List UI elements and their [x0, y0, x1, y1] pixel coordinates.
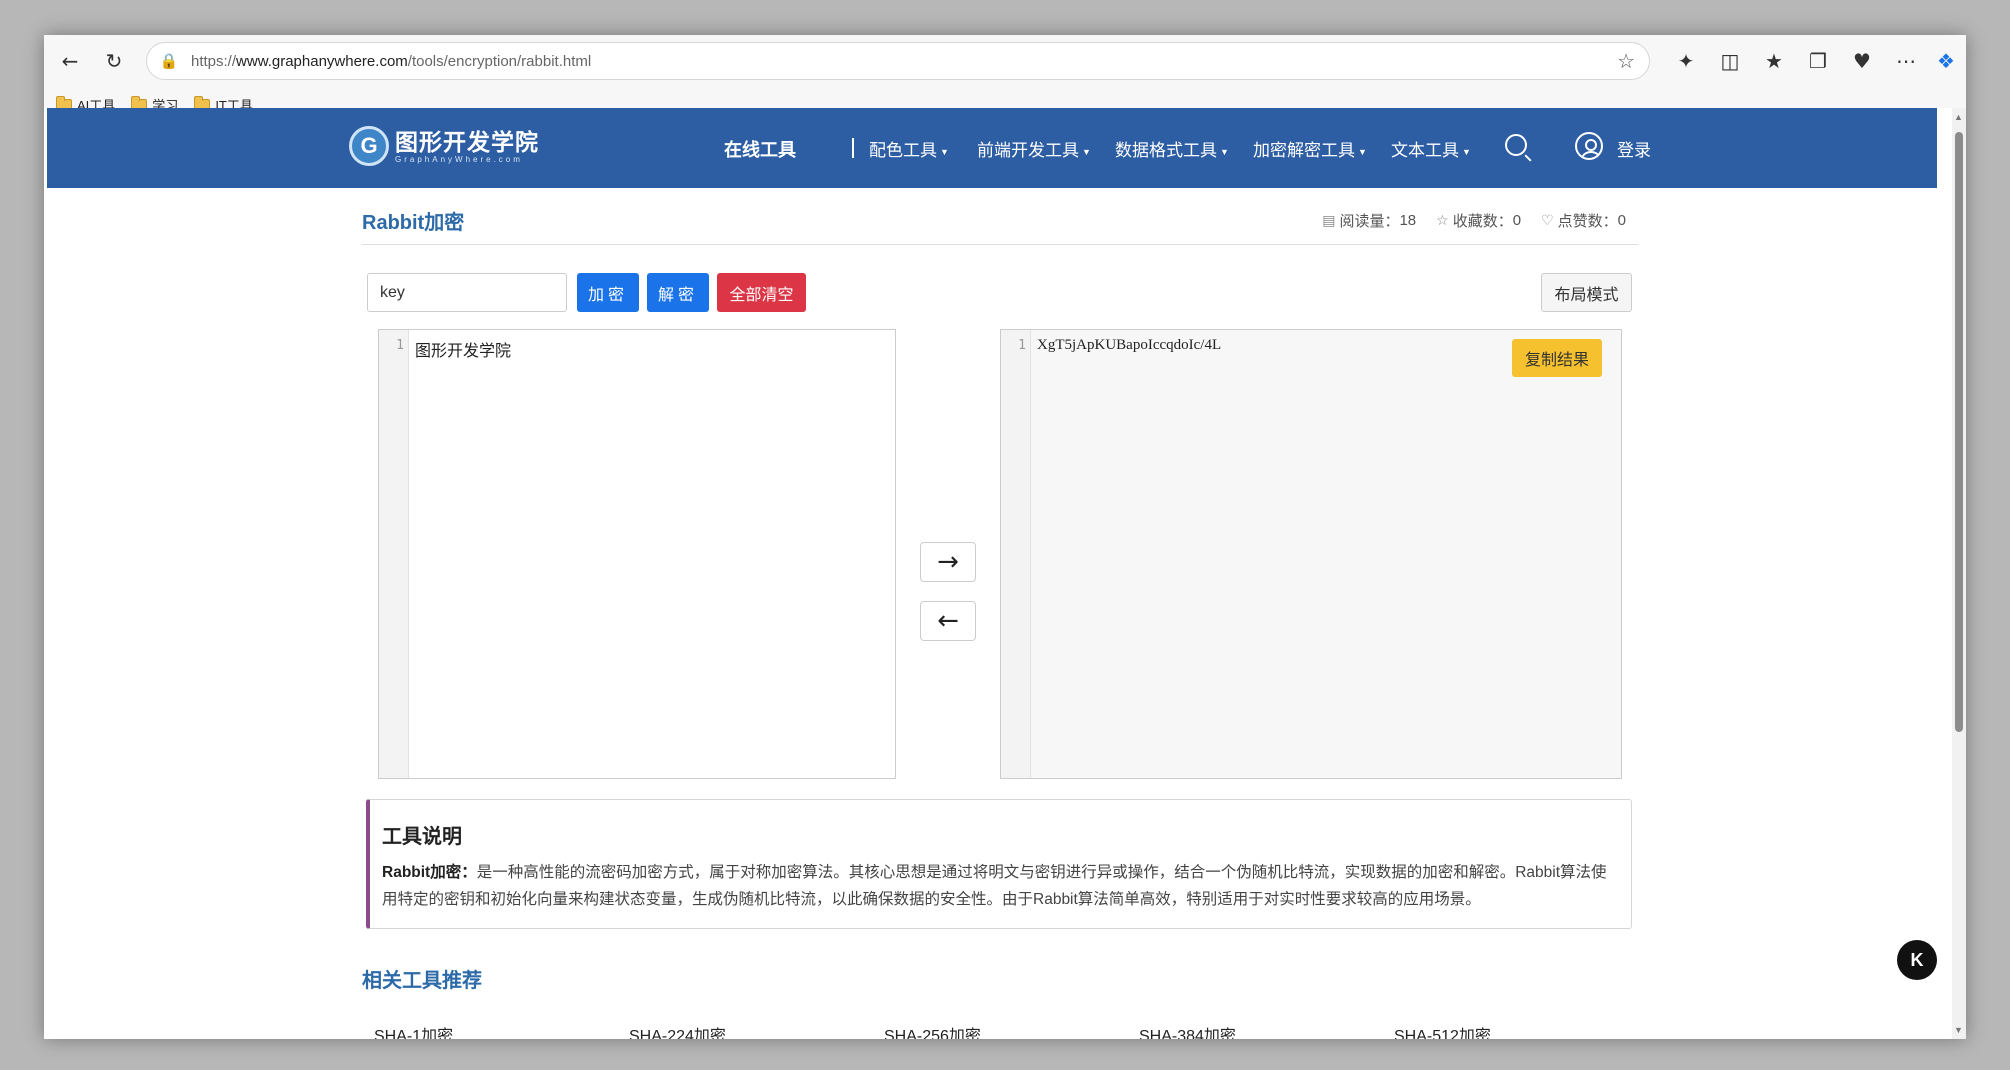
site-navbar: G 图形开发学院 GraphAnyWhere.com 在线工具 配色工具 ▼ 前端…: [47, 108, 1937, 188]
nav-text-tools[interactable]: 文本工具 ▼: [1391, 136, 1471, 161]
split-screen-icon[interactable]: ◫: [1714, 45, 1746, 77]
copilot-icon[interactable]: ❖: [1930, 45, 1962, 77]
floating-assistant-button[interactable]: K: [1897, 940, 1937, 980]
favorite-count[interactable]: ☆ 收藏数： 0: [1436, 210, 1521, 231]
star-icon: ☆: [1436, 212, 1449, 229]
copy-result-button[interactable]: 复制结果: [1512, 339, 1602, 377]
book-icon: ▤: [1322, 212, 1336, 229]
nav-divider: [852, 138, 854, 158]
related-sha1[interactable]: SHA-1加密: [374, 1022, 453, 1039]
search-icon[interactable]: [1505, 134, 1527, 156]
key-input[interactable]: key: [367, 273, 567, 312]
arrow-right-icon: →: [937, 547, 959, 577]
read-count: ▤ 阅读量： 18: [1322, 212, 1417, 230]
lock-icon: 🔒: [159, 52, 179, 70]
back-icon[interactable]: ←: [54, 45, 86, 77]
line-gutter: 1: [1001, 330, 1031, 778]
output-text[interactable]: XgT5jApKUBapoIccqdoIc/4L: [1037, 337, 1221, 354]
site-logo[interactable]: G 图形开发学院 GraphAnyWhere.com: [349, 126, 539, 166]
input-editor[interactable]: 1 图形开发学院: [378, 329, 896, 779]
chevron-down-icon: ▼: [1358, 146, 1367, 157]
related-sha256[interactable]: SHA-256加密: [884, 1022, 981, 1039]
chevron-down-icon: ▼: [940, 146, 949, 157]
url-text: https://www.graphanywhere.com/tools/encr…: [191, 52, 592, 70]
decrypt-button[interactable]: 解密: [647, 273, 709, 312]
arrow-left-icon: ←: [937, 606, 959, 636]
description-title: 工具说明: [382, 826, 462, 848]
related-sha384[interactable]: SHA-384加密: [1139, 1022, 1236, 1039]
arrow-left-button[interactable]: ←: [920, 601, 976, 641]
scroll-up-icon[interactable]: ▲: [1954, 112, 1963, 122]
nav-online-tools[interactable]: 在线工具: [724, 136, 796, 162]
chevron-down-icon: ▼: [1220, 146, 1229, 157]
scroll-thumb[interactable]: [1955, 132, 1963, 732]
nav-frontend-tools[interactable]: 前端开发工具 ▼: [977, 136, 1091, 161]
related-tools-title: 相关工具推荐: [362, 970, 482, 992]
favorite-star-icon[interactable]: ☆: [1617, 49, 1635, 73]
user-icon[interactable]: [1575, 132, 1603, 160]
reload-icon[interactable]: ↻: [98, 45, 130, 77]
nav-data-format-tools[interactable]: 数据格式工具 ▼: [1115, 136, 1229, 161]
browser-window: ← ↻ 🔒 https://www.graphanywhere.com/tool…: [44, 35, 1966, 1039]
related-sha512[interactable]: SHA-512加密: [1394, 1022, 1491, 1039]
browser-toolbar: ← ↻ 🔒 https://www.graphanywhere.com/tool…: [44, 35, 1966, 87]
input-text[interactable]: 图形开发学院: [415, 337, 511, 361]
more-icon[interactable]: ⋯: [1890, 45, 1922, 77]
title-divider: [362, 244, 1638, 245]
chevron-down-icon: ▼: [1082, 146, 1091, 157]
login-link[interactable]: 登录: [1617, 136, 1651, 161]
address-bar[interactable]: 🔒 https://www.graphanywhere.com/tools/en…: [146, 42, 1650, 80]
page-scrollbar[interactable]: ▲ ▼: [1952, 108, 1966, 1039]
encrypt-button[interactable]: 加密: [577, 273, 639, 312]
clear-all-button[interactable]: 全部清空: [717, 273, 806, 312]
related-sha224[interactable]: SHA-224加密: [629, 1022, 726, 1039]
nav-color-tools[interactable]: 配色工具 ▼: [869, 136, 949, 161]
scroll-down-icon[interactable]: ▼: [1954, 1025, 1963, 1035]
heart-icon: ♡: [1541, 212, 1554, 229]
layout-mode-button[interactable]: 布局模式: [1541, 273, 1632, 312]
tool-description: 工具说明 Rabbit加密：是一种高性能的流密码加密方式，属于对称加密算法。其核…: [366, 799, 1632, 929]
favorites-icon[interactable]: ★: [1758, 45, 1790, 77]
description-body: Rabbit加密：是一种高性能的流密码加密方式，属于对称加密算法。其核心思想是通…: [382, 864, 1607, 908]
page-stats: ▤ 阅读量： 18 ☆ 收藏数： 0 ♡ 点赞数： 0: [1302, 210, 1626, 231]
extensions-icon[interactable]: ✦: [1670, 45, 1702, 77]
nav-crypto-tools[interactable]: 加密解密工具 ▼: [1253, 136, 1367, 161]
line-gutter: 1: [379, 330, 409, 778]
collections-icon[interactable]: ❐: [1802, 45, 1834, 77]
output-editor[interactable]: 1 XgT5jApKUBapoIccqdoIc/4L: [1000, 329, 1622, 779]
arrow-right-button[interactable]: →: [920, 542, 976, 582]
page-title: Rabbit加密: [362, 212, 465, 234]
chevron-down-icon: ▼: [1462, 146, 1471, 157]
page-content: G 图形开发学院 GraphAnyWhere.com 在线工具 配色工具 ▼ 前端…: [44, 108, 1952, 1039]
performance-icon[interactable]: ♥: [1846, 45, 1878, 77]
like-count[interactable]: ♡ 点赞数： 0: [1541, 210, 1626, 231]
logo-emblem-icon: G: [349, 126, 389, 166]
